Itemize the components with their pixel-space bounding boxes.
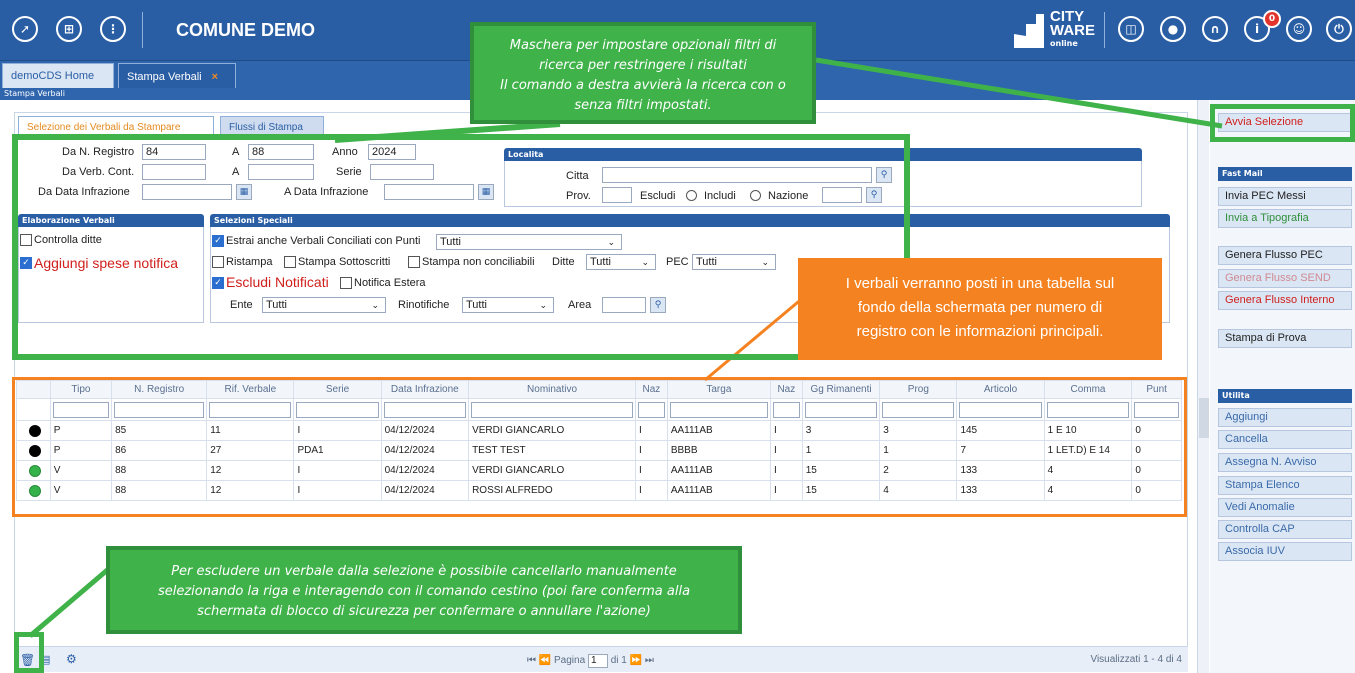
callout-table: I verbali verranno posti in una tabella … (798, 258, 1162, 360)
table-highlight-box (12, 377, 1187, 517)
avvia-highlight-box (1210, 104, 1355, 142)
callout-filters: Maschera per impostare opzionali filtri … (470, 22, 816, 124)
callout-delete: Per escludere un verbale dalla selezione… (106, 546, 742, 634)
trash-highlight-box (14, 632, 44, 673)
filter-highlight-box (12, 134, 910, 360)
